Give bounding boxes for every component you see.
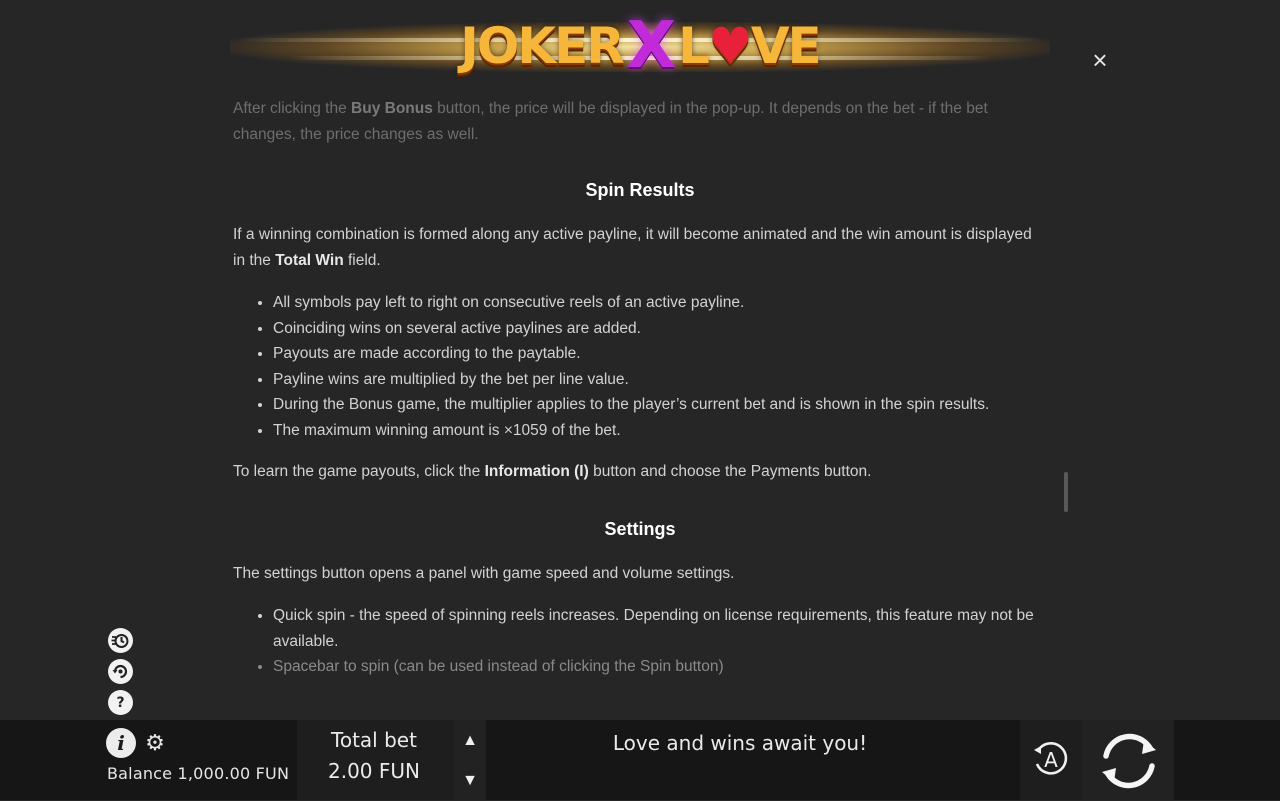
autoplay-circle-icon: A [1034, 742, 1068, 775]
arrow-down-icon: ▼ [462, 772, 478, 789]
settings-button[interactable]: ⚙ [143, 730, 167, 755]
info-button[interactable]: i [106, 728, 136, 758]
rules-content[interactable]: After clicking the Buy Bonus button, the… [233, 96, 1043, 716]
spin-icon [1102, 733, 1156, 789]
autoplay-button[interactable]: A [1028, 737, 1074, 783]
game-message: Love and wins await you! [612, 731, 868, 755]
list-item: All symbols pay left to right on consecu… [273, 290, 1043, 316]
payouts-paragraph: To learn the game payouts, click the Inf… [233, 459, 1043, 485]
settings-heading: Settings [604, 519, 676, 539]
total-bet-value: 2.00 FUN [328, 759, 420, 783]
auto-label: A [1044, 748, 1058, 772]
text-span: button and choose the Payments button. [588, 463, 872, 480]
logo-joker: JOKER [460, 17, 625, 75]
bold-span: Buy Bonus [351, 100, 433, 117]
turbo-button[interactable] [108, 628, 133, 653]
list-item: Coinciding wins on several active paylin… [273, 316, 1043, 342]
game-logo: JOKER X L♥VE [230, 0, 1050, 92]
logo-love: L♥VE [678, 17, 822, 75]
list-item: Quick spin - the speed of spinning reels… [273, 603, 1043, 654]
close-button[interactable]: × [1086, 44, 1114, 75]
autoplay-icon [108, 659, 133, 684]
info-icon: i [117, 731, 125, 755]
bet-increase-button[interactable]: ▲ [456, 726, 484, 756]
logo-x: X [626, 9, 676, 83]
bet-decrease-button[interactable]: ▼ [456, 766, 484, 796]
bold-span: Information (I) [484, 463, 589, 480]
logo-l: L [678, 17, 710, 75]
autoplay-side-button[interactable] [108, 659, 133, 684]
list-item: The maximum winning amount is ×1059 of t… [273, 418, 1043, 444]
buy-bonus-paragraph: After clicking the Buy Bonus button, the… [233, 96, 1043, 147]
turbo-icon [108, 628, 133, 653]
list-item: Payline wins are multiplied by the bet p… [273, 367, 1043, 393]
close-icon: × [1092, 44, 1108, 75]
heart-icon: ♥ [708, 17, 753, 75]
text-span: After clicking the [233, 100, 352, 117]
balance-value: 1,000.00 FUN [177, 764, 290, 783]
logo-text: JOKER X L♥VE [460, 9, 822, 83]
list-item: During the Bonus game, the multiplier ap… [273, 392, 1043, 418]
settings-list: Quick spin - the speed of spinning reels… [233, 603, 1043, 680]
arrow-up-icon: ▲ [462, 732, 478, 749]
text-span: To learn the game payouts, click the [233, 463, 485, 480]
help-button[interactable]: ? [108, 690, 133, 715]
bold-span: Total Win [275, 251, 344, 269]
spin-button[interactable] [1094, 726, 1164, 796]
question-icon: ? [116, 694, 125, 711]
spin-results-list: All symbols pay left to right on consecu… [233, 290, 1043, 444]
spin-results-heading: Spin Results [585, 180, 695, 200]
spin-results-paragraph: If a winning combination is formed along… [233, 222, 1043, 273]
text-span: field. [343, 251, 381, 269]
settings-paragraph: The settings button opens a panel with g… [233, 565, 735, 582]
balance-label: Balance [107, 764, 173, 783]
total-bet-label: Total bet [331, 728, 417, 752]
logo-ve: VE [750, 17, 822, 75]
list-item: Payouts are made according to the paytab… [273, 341, 1043, 367]
scrollbar-thumb[interactable] [1064, 472, 1068, 512]
gear-icon: ⚙ [145, 730, 165, 755]
balance-display: Balance 1,000.00 FUN [107, 764, 289, 783]
list-item: Spacebar to spin (can be used instead of… [273, 654, 1043, 680]
